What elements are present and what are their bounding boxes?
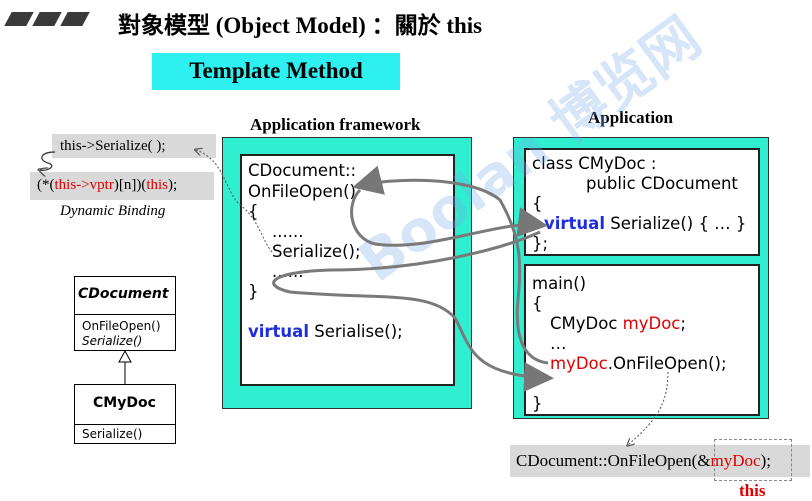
flow-arrow	[352, 165, 549, 365]
dotted-link	[196, 150, 273, 253]
flow-arrow	[272, 230, 554, 393]
flow-arrow	[350, 188, 548, 247]
dotted-link	[628, 371, 669, 445]
connector-layer	[0, 0, 669, 501]
curly-arrow-icon	[40, 151, 56, 170]
uml-inheritance-triangle-icon	[118, 349, 132, 363]
